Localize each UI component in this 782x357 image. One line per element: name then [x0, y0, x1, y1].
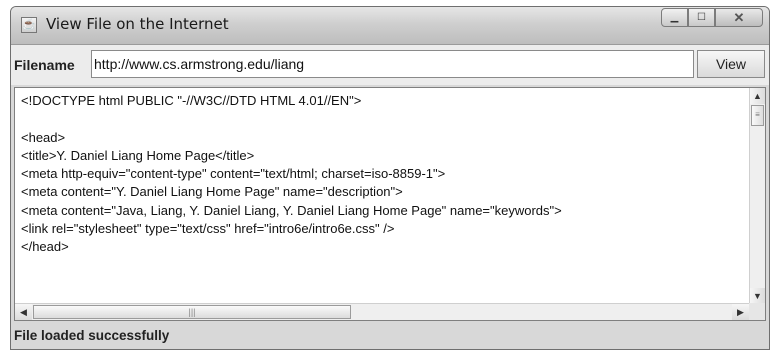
window-title: View File on the Internet	[46, 15, 229, 33]
caption-buttons: ▁ ☐ ✕	[661, 8, 763, 28]
vertical-scroll-thumb[interactable]: ≡	[751, 105, 764, 126]
scroll-up-arrow-icon[interactable]: ▲	[750, 88, 765, 104]
view-button[interactable]: View	[697, 50, 765, 78]
scroll-down-arrow-icon[interactable]: ▼	[750, 288, 765, 304]
java-app-icon: ☕	[21, 17, 37, 33]
url-input[interactable]	[91, 50, 694, 78]
scroll-right-arrow-icon[interactable]: ▶	[732, 304, 749, 320]
title-bar[interactable]: ☕ View File on the Internet ▁ ☐ ✕	[11, 7, 769, 45]
horizontal-scroll-thumb[interactable]: |||	[33, 305, 351, 319]
scroll-corner	[749, 303, 765, 320]
content-text-area[interactable]: <!DOCTYPE html PUBLIC "-//W3C//DTD HTML …	[14, 87, 766, 321]
file-content-text[interactable]: <!DOCTYPE html PUBLIC "-//W3C//DTD HTML …	[21, 92, 745, 302]
maximize-button[interactable]: ☐	[688, 8, 715, 27]
minimize-button[interactable]: ▁	[661, 8, 688, 27]
status-label: File loaded successfully	[14, 328, 170, 343]
toolbar: Filename View	[11, 45, 769, 85]
vertical-scrollbar[interactable]: ▲ ≡ ▼	[749, 88, 765, 304]
scroll-left-arrow-icon[interactable]: ◀	[15, 304, 32, 320]
horizontal-scrollbar[interactable]: ◀ ||| ▶	[15, 303, 749, 320]
filename-label: Filename	[14, 57, 75, 73]
app-window: ☕ View File on the Internet ▁ ☐ ✕ Filena…	[10, 6, 770, 350]
close-button[interactable]: ✕	[715, 8, 763, 27]
